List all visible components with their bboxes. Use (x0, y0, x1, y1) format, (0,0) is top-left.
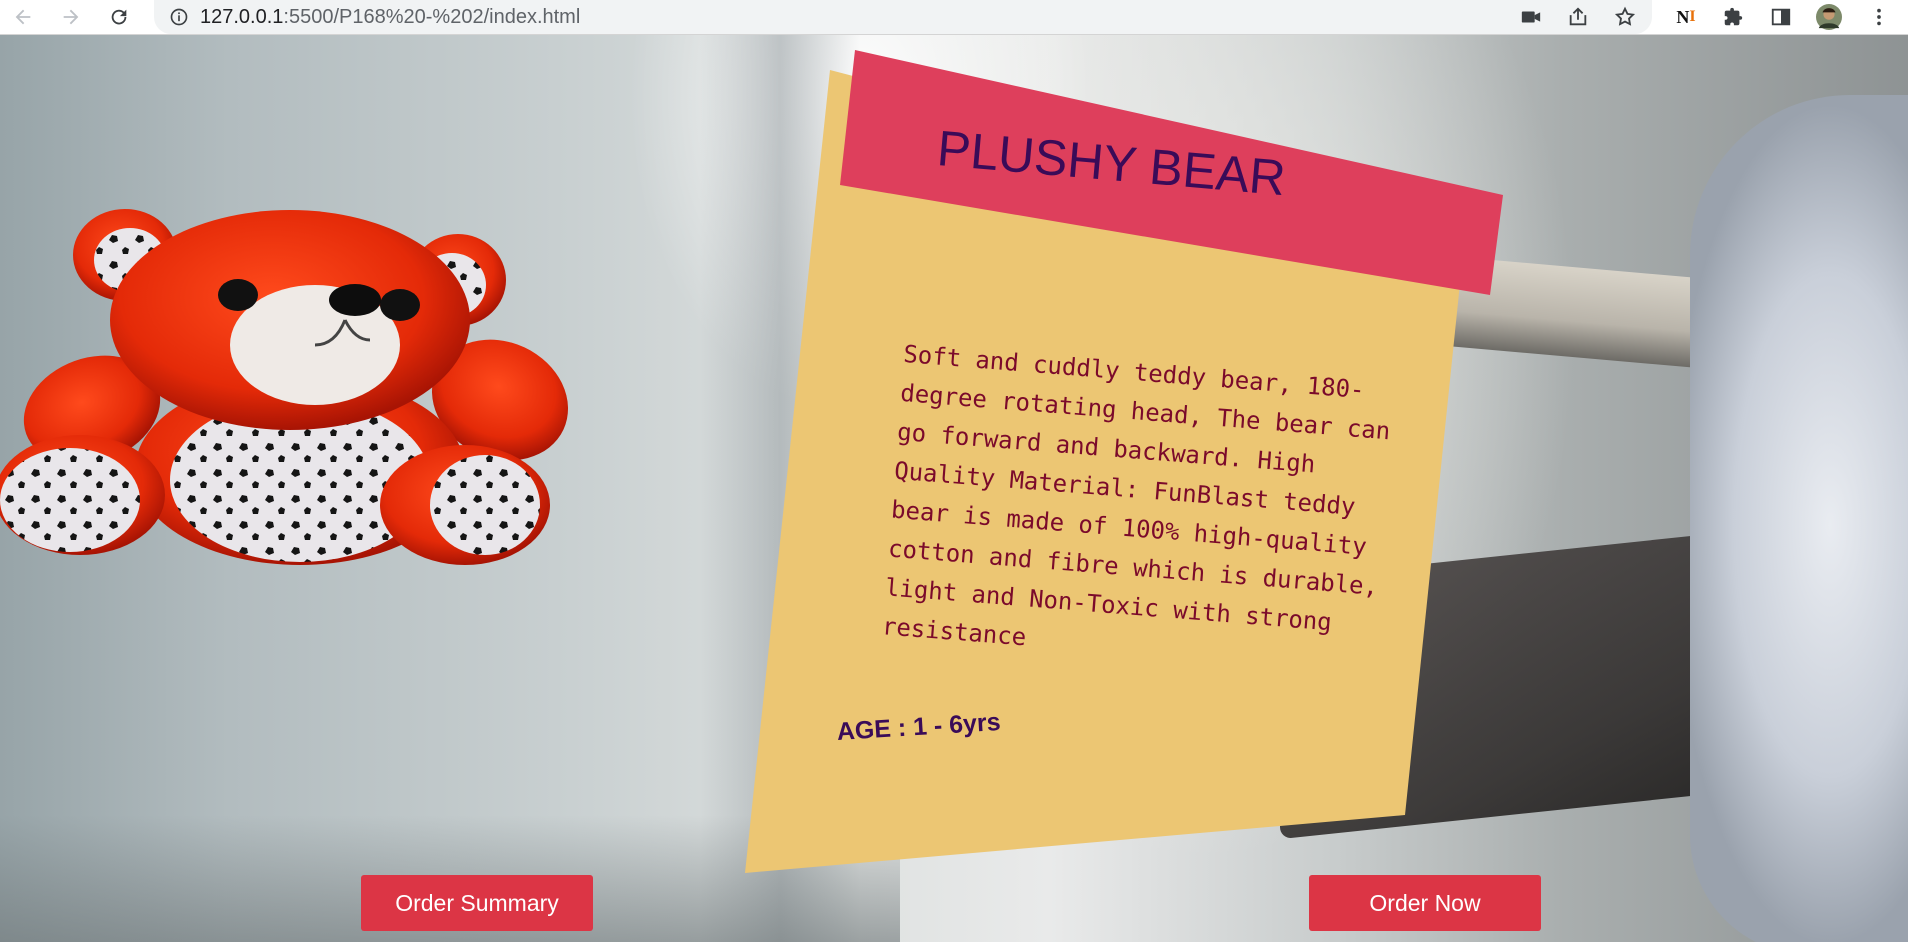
extension-cursor-mark: I (1689, 8, 1696, 25)
browser-toolbar: 127.0.0.1:5500/P168%20-%202/index.html N… (0, 0, 1908, 35)
url-text[interactable]: 127.0.0.1:5500/P168%20-%202/index.html (200, 6, 580, 29)
order-summary-button[interactable]: Order Summary (361, 875, 593, 931)
product-description: Soft and cuddly teddy bear, 180-degree r… (880, 339, 1392, 652)
extensions-puzzle-icon[interactable] (1720, 4, 1746, 30)
page-background: PLUSHY BEAR Soft and cuddly teddy bear, … (0, 35, 1908, 942)
side-panel-icon[interactable] (1768, 4, 1794, 30)
profile-avatar[interactable] (1816, 4, 1842, 30)
extension-n-icon[interactable]: NI (1673, 4, 1699, 30)
menu-kebab-icon[interactable] (1866, 4, 1892, 30)
extension-label: N (1676, 6, 1690, 27)
order-now-button[interactable]: Order Now (1309, 875, 1541, 931)
forward-arrow-icon[interactable] (56, 2, 86, 32)
site-info-icon[interactable] (168, 6, 190, 28)
bookmark-star-icon[interactable] (1612, 4, 1638, 30)
reload-icon[interactable] (104, 2, 134, 32)
address-bar[interactable]: 127.0.0.1:5500/P168%20-%202/index.html (154, 0, 1652, 34)
url-path: :5500/P168%20-%202/index.html (283, 5, 581, 28)
url-host: 127.0.0.1 (200, 5, 284, 28)
back-arrow-icon[interactable] (8, 2, 38, 32)
share-icon[interactable] (1565, 4, 1591, 30)
camera-icon[interactable] (1518, 4, 1544, 30)
